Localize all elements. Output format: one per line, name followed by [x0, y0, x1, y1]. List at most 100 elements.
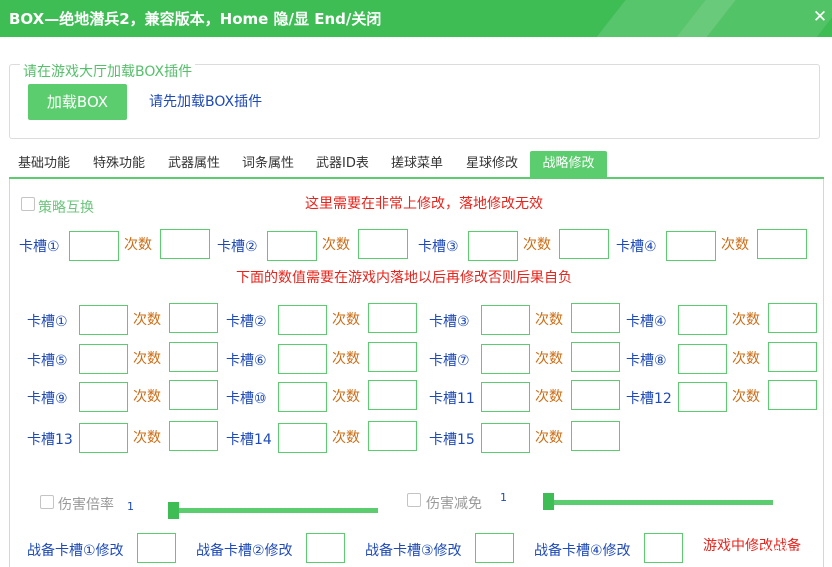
top-slot-label: 卡槽①: [19, 239, 60, 255]
equipment-slot-input[interactable]: [137, 533, 176, 563]
notice-top: 这里需要在非常上修改，落地修改无效: [305, 196, 543, 212]
count-input[interactable]: [169, 421, 218, 451]
slot-label: 卡槽13: [27, 432, 73, 448]
tab-6[interactable]: 搓球菜单: [391, 151, 443, 177]
slot-label: 卡槽①: [27, 314, 68, 330]
slot-input[interactable]: [481, 423, 530, 453]
damage-multiplier-label: 伤害倍率: [58, 497, 114, 513]
count-label: 次数: [133, 351, 161, 367]
top-count-input[interactable]: [358, 229, 408, 259]
tab-3[interactable]: 武器属性: [168, 151, 220, 177]
equipment-slot-label: 战备卡槽①修改: [27, 543, 124, 559]
tab-1[interactable]: 基础功能: [18, 151, 70, 177]
top-count-input[interactable]: [160, 229, 210, 259]
count-input[interactable]: [368, 380, 417, 410]
count-input[interactable]: [768, 303, 817, 333]
tab-5[interactable]: 武器ID表: [316, 151, 369, 177]
slot-input[interactable]: [79, 382, 128, 412]
count-label: 次数: [133, 312, 161, 328]
slot-input[interactable]: [481, 344, 530, 374]
slot-input[interactable]: [79, 344, 128, 374]
slot-input[interactable]: [278, 305, 327, 335]
equipment-slot-input[interactable]: [644, 533, 683, 563]
watermark-line2: wwfb.com: [762, 543, 818, 556]
count-input[interactable]: [571, 421, 620, 451]
top-count-label: 次数: [523, 237, 551, 253]
slot-input[interactable]: [278, 382, 327, 412]
damage-reduction-slider-track[interactable]: [543, 500, 773, 505]
top-slot-label: 卡槽④: [616, 239, 657, 255]
count-label: 次数: [535, 351, 563, 367]
count-input[interactable]: [571, 342, 620, 372]
count-label: 次数: [732, 351, 760, 367]
count-label: 次数: [535, 312, 563, 328]
slot-input[interactable]: [678, 382, 727, 412]
plugin-status-text: 请先加载BOX插件: [149, 94, 263, 110]
damage-reduction-value: 1: [500, 491, 507, 504]
count-input[interactable]: [571, 303, 620, 333]
plugin-group-legend: 请在游戏大厅加载BOX插件: [20, 61, 196, 81]
equipment-slot-label: 战备卡槽④修改: [534, 543, 631, 559]
count-input[interactable]: [368, 303, 417, 333]
notice-mid: 下面的数值需要在游戏内落地以后再修改否则后果自负: [236, 270, 572, 286]
damage-multiplier-slider-handle[interactable]: [168, 502, 179, 519]
slot-input[interactable]: [481, 382, 530, 412]
strategy-swap-checkbox[interactable]: [21, 197, 35, 211]
load-box-button[interactable]: 加载BOX: [28, 84, 127, 120]
slot-label: 卡槽15: [429, 432, 475, 448]
top-slot-input[interactable]: [69, 231, 119, 261]
slot-input[interactable]: [79, 305, 128, 335]
tab-2[interactable]: 特殊功能: [93, 151, 145, 177]
count-label: 次数: [133, 389, 161, 405]
slot-label: 卡槽⑧: [626, 353, 667, 369]
slot-label: 卡槽⑥: [226, 353, 267, 369]
count-input[interactable]: [768, 380, 817, 410]
damage-reduction-checkbox[interactable]: [407, 493, 421, 507]
slot-input[interactable]: [481, 305, 530, 335]
tab-8[interactable]: 战略修改: [530, 151, 607, 177]
count-label: 次数: [535, 430, 563, 446]
count-label: 次数: [332, 389, 360, 405]
slot-input[interactable]: [278, 423, 327, 453]
count-input[interactable]: [368, 342, 417, 372]
window-title: BOX—绝地潜兵2，兼容版本，Home 隐/显 End/关闭: [9, 10, 382, 28]
top-count-label: 次数: [322, 237, 350, 253]
slot-input[interactable]: [678, 305, 727, 335]
equipment-slot-input[interactable]: [475, 533, 514, 563]
top-count-input[interactable]: [559, 229, 609, 259]
count-label: 次数: [332, 312, 360, 328]
top-slot-input[interactable]: [666, 231, 716, 261]
damage-multiplier-value: 1: [127, 500, 134, 513]
equipment-slot-label: 战备卡槽②修改: [196, 543, 293, 559]
count-input[interactable]: [571, 380, 620, 410]
equipment-slot-label: 战备卡槽③修改: [365, 543, 462, 559]
slot-label: 卡槽⑨: [27, 391, 68, 407]
tab-4[interactable]: 词条属性: [242, 151, 294, 177]
slot-input[interactable]: [678, 344, 727, 374]
watermark-line1: 9游戏的玩家还社区: [706, 519, 801, 532]
slot-label: 卡槽③: [429, 314, 470, 330]
count-input[interactable]: [169, 380, 218, 410]
top-slot-label: 卡槽②: [217, 239, 258, 255]
count-label: 次数: [133, 430, 161, 446]
slot-label: 卡槽11: [429, 391, 475, 407]
slot-label: 卡槽⑦: [429, 353, 470, 369]
damage-multiplier-checkbox[interactable]: [40, 495, 54, 509]
count-input[interactable]: [768, 342, 817, 372]
damage-reduction-slider-handle[interactable]: [543, 493, 554, 510]
count-input[interactable]: [169, 303, 218, 333]
damage-multiplier-slider-track[interactable]: [168, 508, 378, 513]
top-slot-input[interactable]: [468, 231, 518, 261]
count-input[interactable]: [169, 342, 218, 372]
top-count-input[interactable]: [757, 229, 807, 259]
close-icon[interactable]: ✕: [811, 7, 829, 27]
tab-7[interactable]: 星球修改: [466, 151, 518, 177]
strategy-swap-label: 策略互换: [38, 200, 94, 216]
slot-input[interactable]: [278, 344, 327, 374]
equipment-slot-input[interactable]: [306, 533, 345, 563]
top-count-label: 次数: [124, 237, 152, 253]
top-slot-input[interactable]: [267, 231, 317, 261]
slot-label: 卡槽④: [626, 314, 667, 330]
count-input[interactable]: [368, 421, 417, 451]
slot-input[interactable]: [79, 423, 128, 453]
